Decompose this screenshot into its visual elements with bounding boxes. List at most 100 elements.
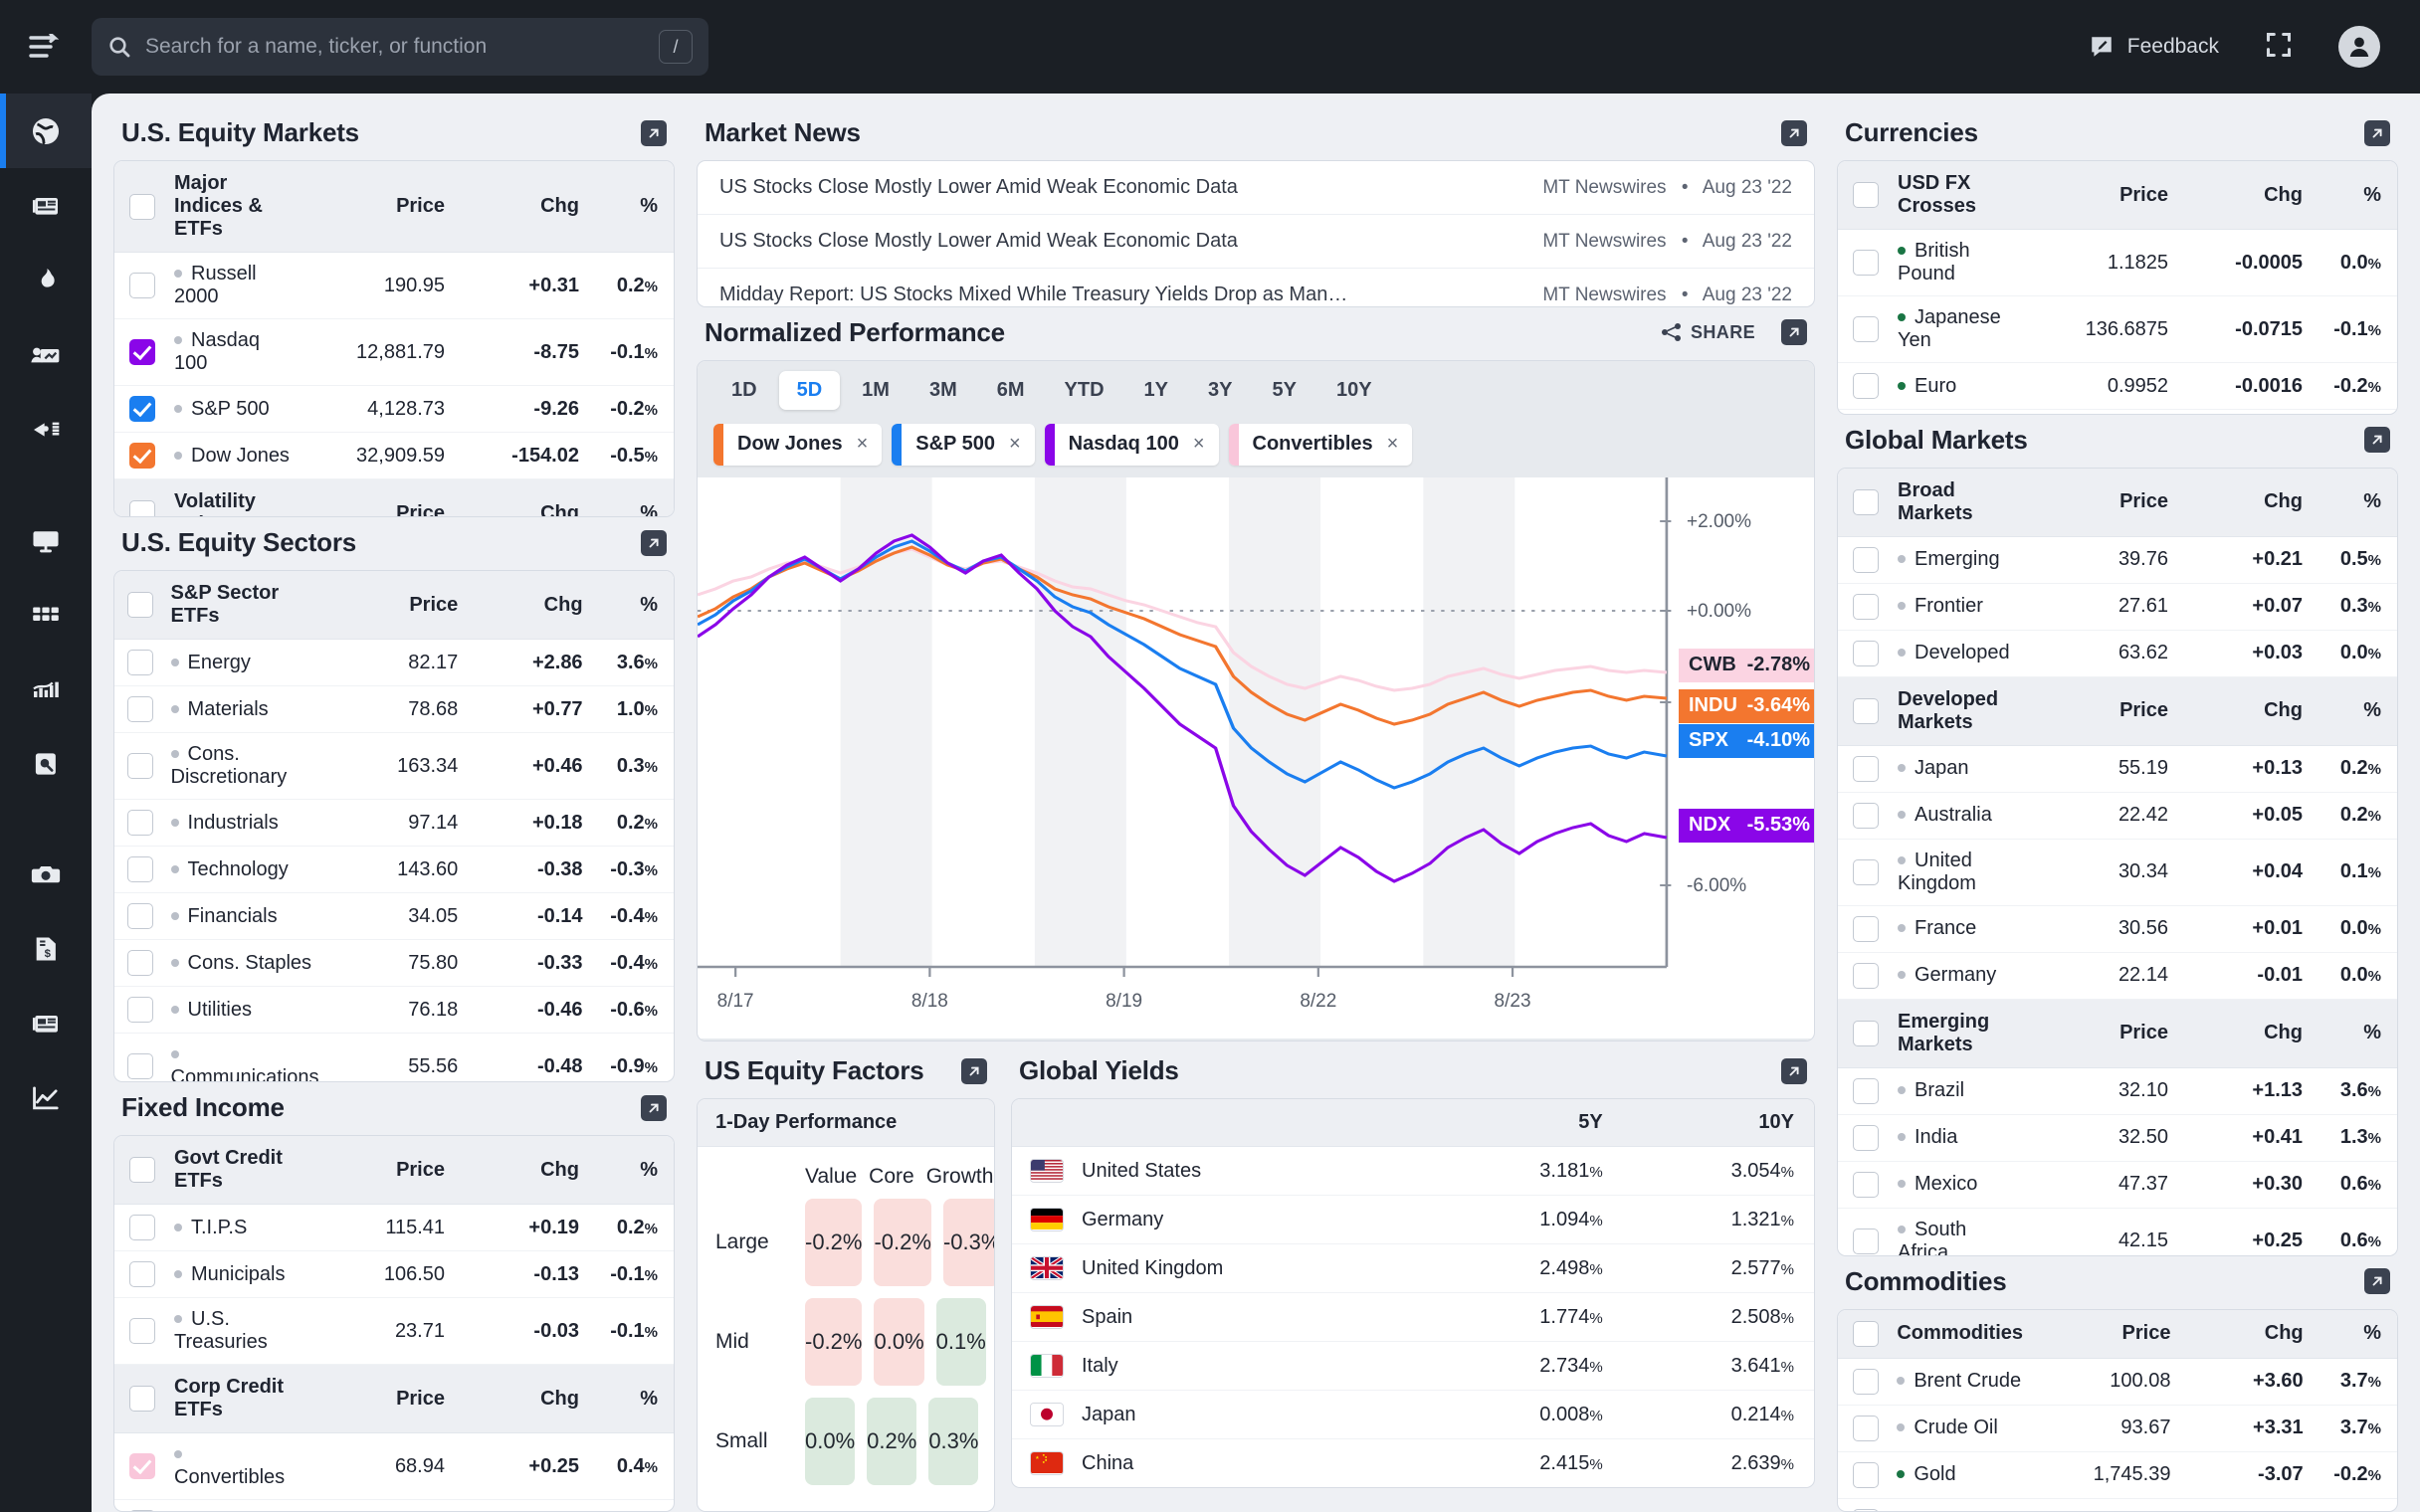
chart-range-tab-5d[interactable]: 5D xyxy=(779,371,841,410)
list-item[interactable]: US Stocks Close Mostly Lower Amid Weak E… xyxy=(698,161,1814,215)
table-row[interactable]: S&P 500 4,128.73 -9.26 -0.2% xyxy=(114,386,674,433)
rail-item-presentation[interactable] xyxy=(0,317,92,392)
row-checkbox-india[interactable] xyxy=(1853,1125,1879,1151)
expand-us-equity-markets-button[interactable] xyxy=(641,120,667,146)
expand-commodities-button[interactable] xyxy=(2364,1268,2390,1294)
table-row[interactable]: Gold 1,745.39 -3.07 -0.2% xyxy=(1838,1451,2397,1498)
table-row[interactable]: Russell 2000 190.95 +0.31 0.2% xyxy=(114,253,674,319)
table-row[interactable]: Italy 2.734% 3.641% xyxy=(1012,1342,1814,1391)
rail-item-document-dollar[interactable]: $ xyxy=(0,911,92,986)
table-row[interactable]: Cons. Discretionary 163.34 +0.46 0.3% xyxy=(114,733,674,800)
row-checkbox-germany[interactable] xyxy=(1853,963,1879,989)
row-checkbox-nasdaq-100[interactable] xyxy=(129,339,155,365)
chart-plot-area[interactable]: +2.00% +0.00% -2.00% -6.00% CWB -2.78% I… xyxy=(698,477,1814,985)
table-row[interactable]: United Kingdom 2.498% 2.577% xyxy=(1012,1244,1814,1293)
row-checkbox-euro[interactable] xyxy=(1853,373,1879,399)
select-all-usd-fx-crosses-checkbox[interactable] xyxy=(1853,182,1879,208)
list-item[interactable]: Midday Report: US Stocks Mixed While Tre… xyxy=(698,269,1814,307)
row-checkbox-developed[interactable] xyxy=(1853,641,1879,666)
series-chip-s-p-500[interactable]: S&P 500 × xyxy=(892,424,1034,466)
table-row[interactable]: Spain 1.774% 2.508% xyxy=(1012,1293,1814,1342)
chart-range-tab-1y[interactable]: 1Y xyxy=(1126,371,1186,410)
table-row[interactable]: Germany 22.14 -0.01 0.0% xyxy=(1838,952,2397,999)
table-row[interactable]: Australia 22.42 +0.05 0.2% xyxy=(1838,792,2397,839)
row-checkbox-gold[interactable] xyxy=(1853,1462,1879,1488)
table-row[interactable]: Nasdaq 100 12,881.79 -8.75 -0.1% xyxy=(114,319,674,386)
row-checkbox-t-i-p-s[interactable] xyxy=(129,1215,155,1240)
series-chip-convertibles[interactable]: Convertibles × xyxy=(1229,424,1413,466)
row-checkbox-australia[interactable] xyxy=(1853,803,1879,829)
row-checkbox-u-s-treasuries[interactable] xyxy=(129,1318,155,1344)
fullscreen-button[interactable] xyxy=(2265,31,2293,64)
row-checkbox-convertibles[interactable] xyxy=(129,1453,155,1479)
select-all-corp-credit-etfs-checkbox[interactable] xyxy=(129,1386,155,1412)
select-all-developed-markets-checkbox[interactable] xyxy=(1853,698,1879,724)
row-checkbox-russell-2000[interactable] xyxy=(129,273,155,298)
rail-item-monitor[interactable] xyxy=(0,502,92,577)
table-row[interactable]: Brent Crude 100.08 +3.60 3.7% xyxy=(1838,1358,2397,1405)
row-checkbox-cons-discretionary[interactable] xyxy=(127,753,153,779)
row-checkbox-france[interactable] xyxy=(1853,916,1879,942)
row-checkbox-communications[interactable] xyxy=(127,1053,153,1079)
row-checkbox-japan[interactable] xyxy=(1853,756,1879,782)
row-checkbox-united-kingdom[interactable] xyxy=(1853,859,1879,885)
rail-item-megaphone[interactable] xyxy=(0,392,92,467)
chart-range-tab-5y[interactable]: 5Y xyxy=(1254,371,1313,410)
table-row[interactable]: United Kingdom 30.34 +0.04 0.1% xyxy=(1838,839,2397,905)
table-row[interactable]: British Pound 1.1825 -0.0005 0.0% xyxy=(1838,230,2397,296)
row-checkbox-mexico[interactable] xyxy=(1853,1172,1879,1198)
rail-item-grid[interactable] xyxy=(0,577,92,652)
table-row[interactable]: Natural Gas 9.28 -0.40 -4.2% xyxy=(1838,1498,2397,1512)
remove-series-icon[interactable]: × xyxy=(857,433,869,456)
rail-item-globe[interactable] xyxy=(0,94,92,168)
table-row[interactable]: Utilities 76.18 -0.46 -0.6% xyxy=(114,987,674,1034)
select-all-sectors-checkbox[interactable] xyxy=(127,592,153,618)
expand-chart-button[interactable] xyxy=(1781,319,1807,345)
expand-fixed-income-button[interactable] xyxy=(641,1095,667,1121)
table-row[interactable]: Brazil 32.10 +1.13 3.6% xyxy=(1838,1067,2397,1114)
chart-range-tab-6m[interactable]: 6M xyxy=(979,371,1043,410)
expand-yields-button[interactable] xyxy=(1781,1058,1807,1084)
select-all-broad-markets-checkbox[interactable] xyxy=(1853,489,1879,515)
chart-range-tab-3y[interactable]: 3Y xyxy=(1190,371,1250,410)
table-row[interactable]: South Africa 42.15 +0.25 0.6% xyxy=(1838,1208,2397,1256)
table-row[interactable]: France 30.56 +0.01 0.0% xyxy=(1838,905,2397,952)
remove-series-icon[interactable]: × xyxy=(1009,433,1021,456)
table-row[interactable]: Cons. Staples 75.80 -0.33 -0.4% xyxy=(114,940,674,987)
expand-market-news-button[interactable] xyxy=(1781,120,1807,146)
expand-global-markets-button[interactable] xyxy=(2364,427,2390,453)
expand-currencies-button[interactable] xyxy=(2364,120,2390,146)
table-row[interactable]: India 32.50 +0.41 1.3% xyxy=(1838,1114,2397,1161)
row-checkbox-energy[interactable] xyxy=(127,650,153,675)
row-checkbox-frontier[interactable] xyxy=(1853,594,1879,620)
table-row[interactable]: Convertibles 68.94 +0.25 0.4% xyxy=(114,1433,674,1500)
rail-item-bar-chart[interactable] xyxy=(0,652,92,726)
row-checkbox-financials[interactable] xyxy=(127,903,153,929)
table-row[interactable]: Communications 55.56 -0.48 -0.9% xyxy=(114,1034,674,1083)
remove-series-icon[interactable]: × xyxy=(1193,433,1205,456)
table-row[interactable]: High Yield 76.27 +0.19 0.2% xyxy=(114,1500,674,1512)
avatar[interactable] xyxy=(2338,26,2380,68)
chart-range-tab-ytd[interactable]: YTD xyxy=(1047,371,1122,410)
row-checkbox-brent-crude[interactable] xyxy=(1853,1369,1879,1395)
chart-range-tab-1m[interactable]: 1M xyxy=(844,371,908,410)
rail-item-file-search[interactable] xyxy=(0,726,92,801)
row-checkbox-south-africa[interactable] xyxy=(1853,1228,1879,1254)
rail-item-camera[interactable] xyxy=(0,837,92,911)
row-checkbox-utilities[interactable] xyxy=(127,997,153,1023)
row-checkbox-brazil[interactable] xyxy=(1853,1078,1879,1104)
row-checkbox-municipals[interactable] xyxy=(129,1261,155,1287)
rail-item-line-chart[interactable] xyxy=(0,1060,92,1135)
series-chip-dow-jones[interactable]: Dow Jones × xyxy=(713,424,882,466)
select-all-emerging-markets-checkbox[interactable] xyxy=(1853,1021,1879,1046)
list-item[interactable]: US Stocks Close Mostly Lower Amid Weak E… xyxy=(698,215,1814,269)
table-row[interactable]: Materials 78.68 +0.77 1.0% xyxy=(114,686,674,733)
table-row[interactable]: United States 3.181% 3.054% xyxy=(1012,1147,1814,1196)
chart-range-tab-1d[interactable]: 1D xyxy=(713,371,775,410)
search-bar[interactable]: / xyxy=(92,18,708,76)
table-row[interactable]: Japan 55.19 +0.13 0.2% xyxy=(1838,745,2397,792)
table-row[interactable]: Japanese Yen 136.6875 -0.0715 -0.1% xyxy=(1838,296,2397,363)
table-row[interactable]: Technology 143.60 -0.38 -0.3% xyxy=(114,847,674,893)
table-row[interactable]: T.I.P.S 115.41 +0.19 0.2% xyxy=(114,1205,674,1251)
rail-item-newspaper[interactable] xyxy=(0,986,92,1060)
